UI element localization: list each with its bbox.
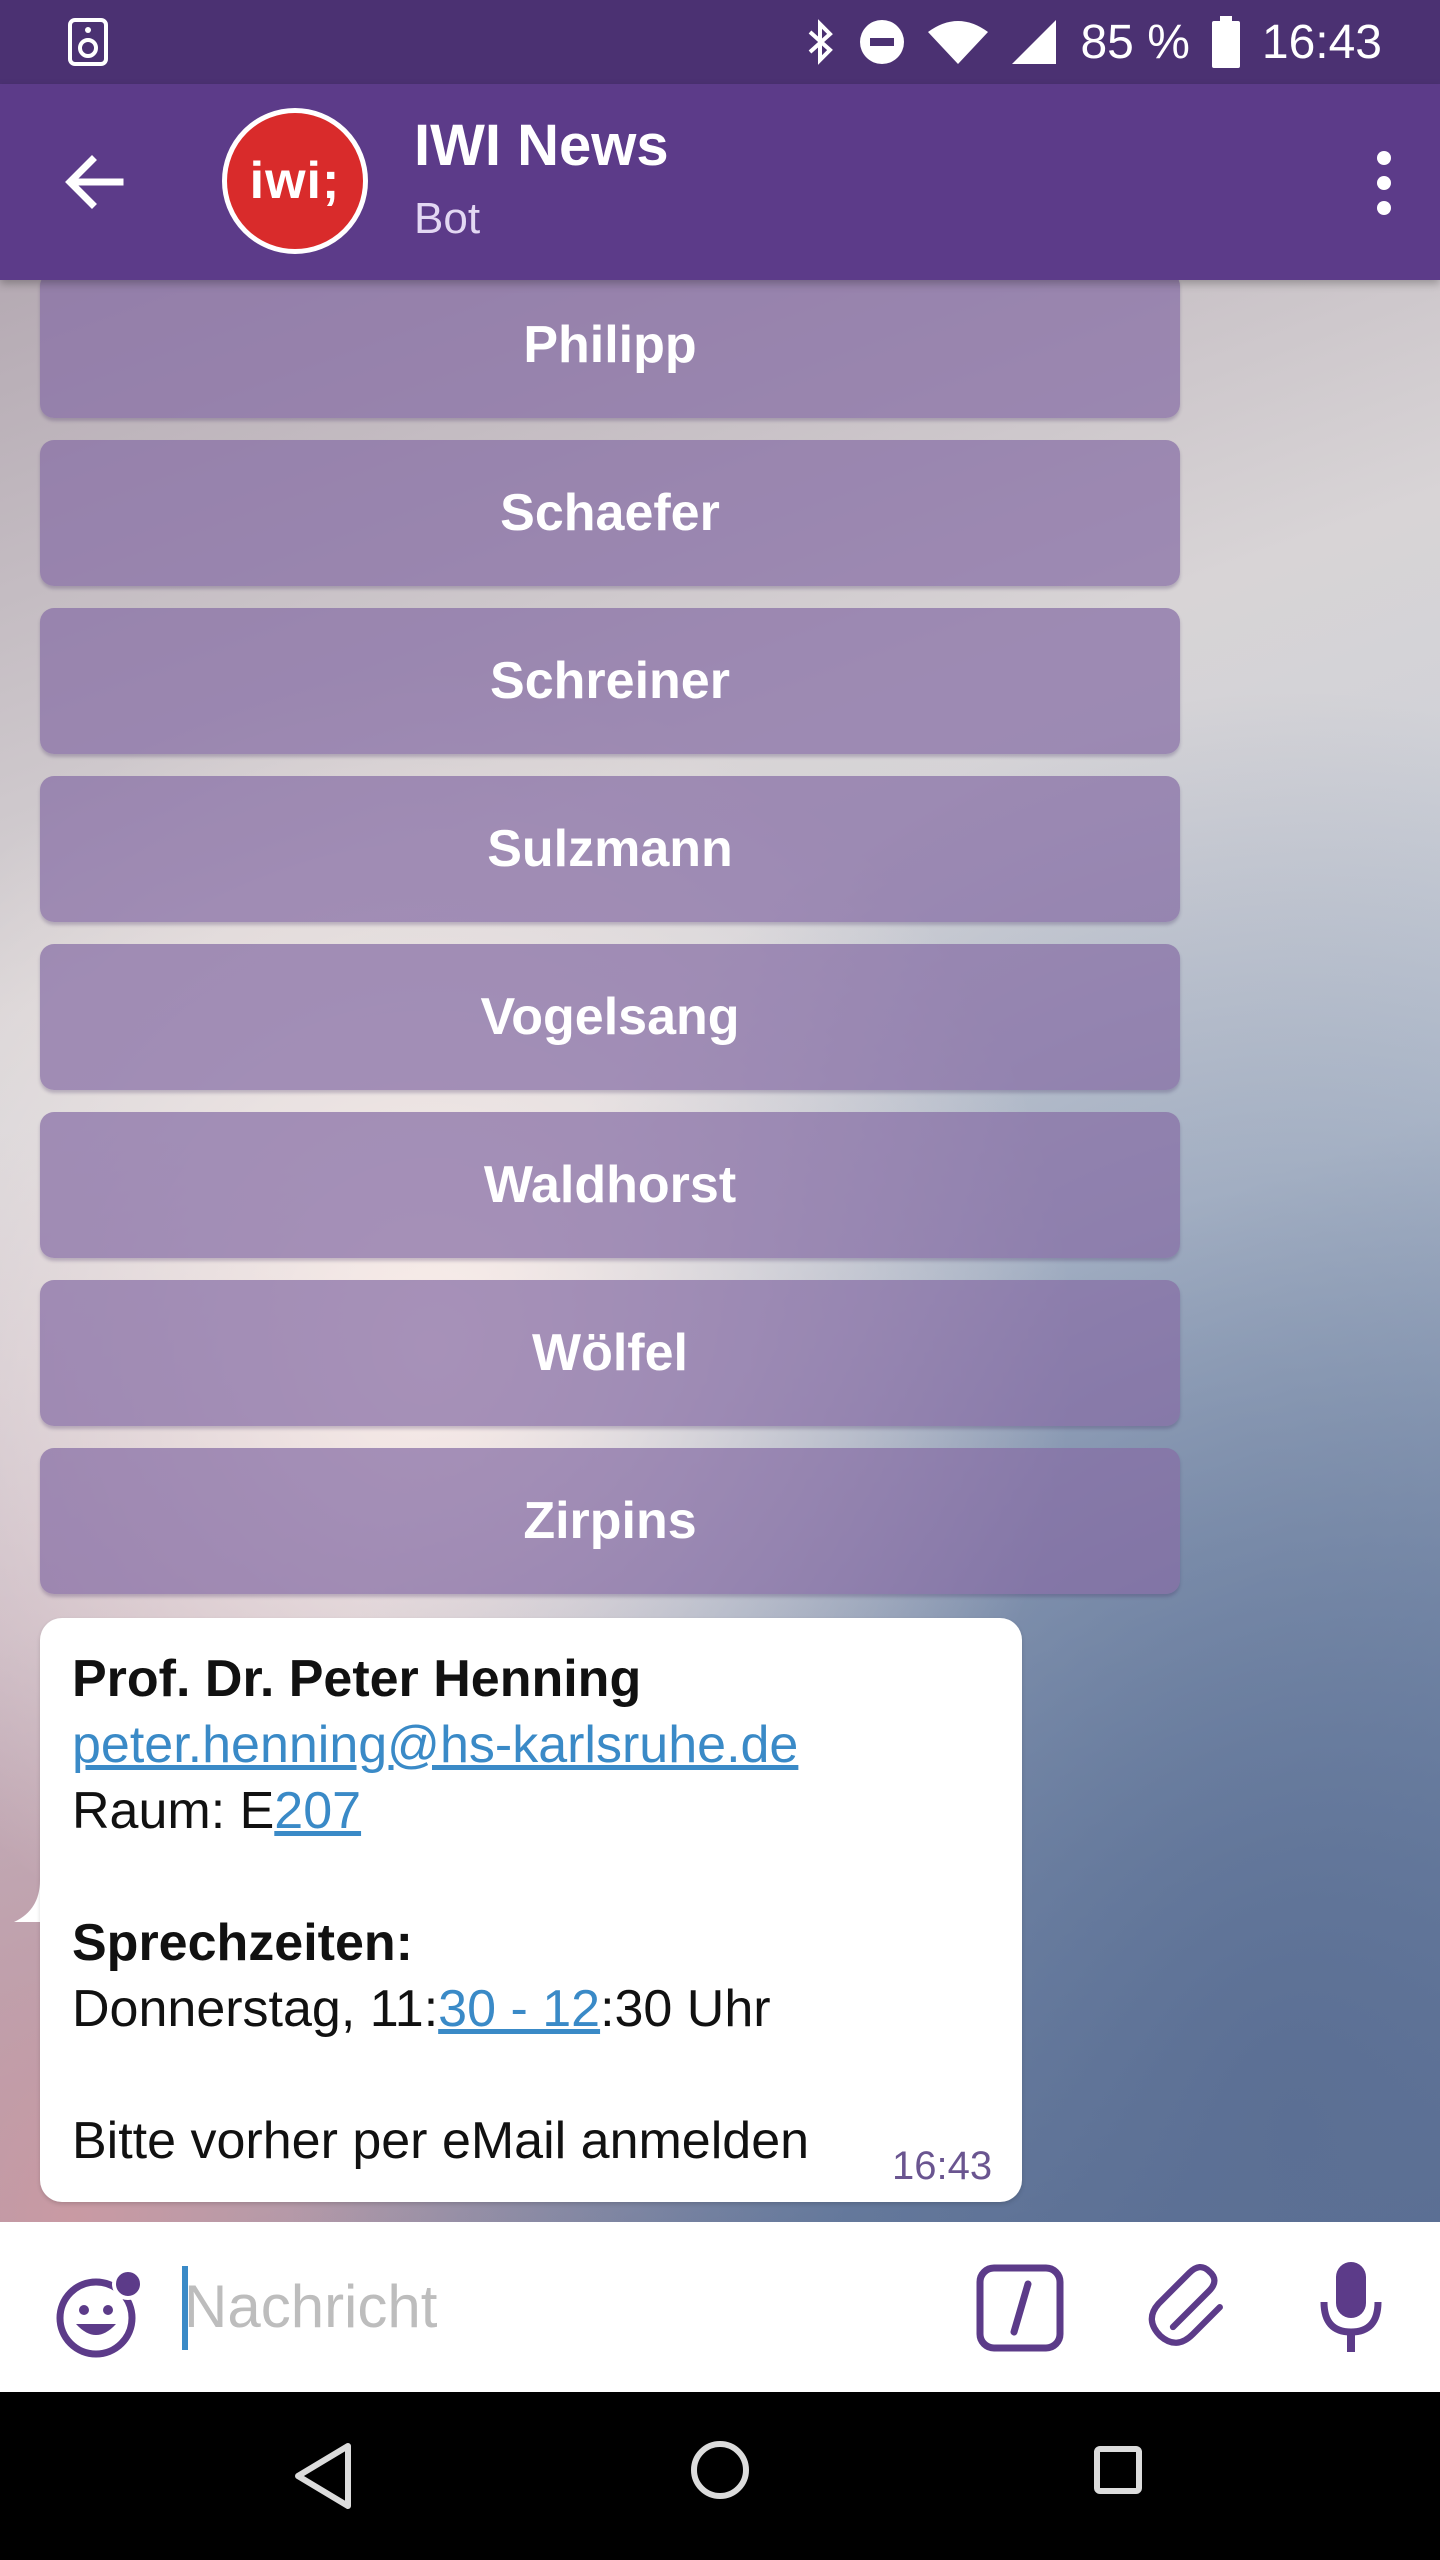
chat-title[interactable]: IWI News [414,112,669,179]
hours-prefix: Donnerstag, 11: [72,1980,439,2038]
emoji-icon[interactable] [52,2266,148,2362]
battery-icon [1211,16,1240,68]
room-link[interactable]: 207 [274,1782,361,1840]
status-time: 16:43 [1261,15,1382,69]
message-time: 16:43 [892,2144,993,2188]
chat-subtitle: Bot [414,194,481,243]
hours-suffix: :30 Uhr [600,1980,771,2038]
hours-label: Sprechzeiten: [72,1914,413,1972]
room-label: Raum: E [72,1782,275,1840]
app-bar: iwi; IWI News Bot [0,84,1440,280]
nav-recents-icon[interactable] [1094,2446,1142,2494]
hours-link[interactable]: 30 - 12 [438,1980,600,2038]
wifi-icon [928,21,989,64]
email-link[interactable]: peter.henning@hs-karlsruhe.de [72,1716,798,1774]
keyboard-button-zirpins[interactable]: Zirpins [40,1448,1180,1594]
keyboard-button-waldhorst[interactable]: Waldhorst [40,1112,1180,1258]
message-input-bar: Nachricht [0,2222,1440,2392]
avatar-text: iwi; [249,152,341,210]
keyboard-button-vogelsang[interactable]: Vogelsang [40,944,1180,1090]
more-options-icon[interactable] [1364,148,1404,218]
bot-command-icon[interactable] [976,2264,1064,2352]
avatar[interactable]: iwi; [222,108,368,254]
microphone-icon[interactable] [1318,2258,1384,2358]
attach-icon[interactable] [1142,2258,1238,2354]
keyboard-button-schreiner[interactable]: Schreiner [40,608,1180,754]
sound-icon [68,18,108,66]
status-bar: 85 % 16:43 [0,0,1440,84]
do-not-disturb-icon [860,20,905,64]
keyboard-button-schaefer[interactable]: Schaefer [40,440,1180,586]
battery-percentage: 85 % [1080,15,1190,69]
nav-home-icon[interactable] [690,2440,750,2500]
contact-name: Prof. Dr. Peter Henning [72,1650,642,1708]
back-arrow-icon[interactable] [62,150,126,214]
message-note: Bitte vorher per eMail anmelden [72,2112,810,2170]
nav-back-icon[interactable] [292,2440,356,2512]
signal-icon [1012,20,1057,64]
system-navigation-bar [0,2392,1440,2560]
keyboard-button-sulzmann[interactable]: Sulzmann [40,776,1180,922]
message-input[interactable]: Nachricht [184,2272,437,2341]
message-text: Prof. Dr. Peter Henning peter.henning@hs… [72,1646,972,2174]
keyboard-button-woelfel[interactable]: Wölfel [40,1280,1180,1426]
keyboard-button-philipp[interactable]: Philipp [40,272,1180,418]
bluetooth-icon [809,19,834,65]
